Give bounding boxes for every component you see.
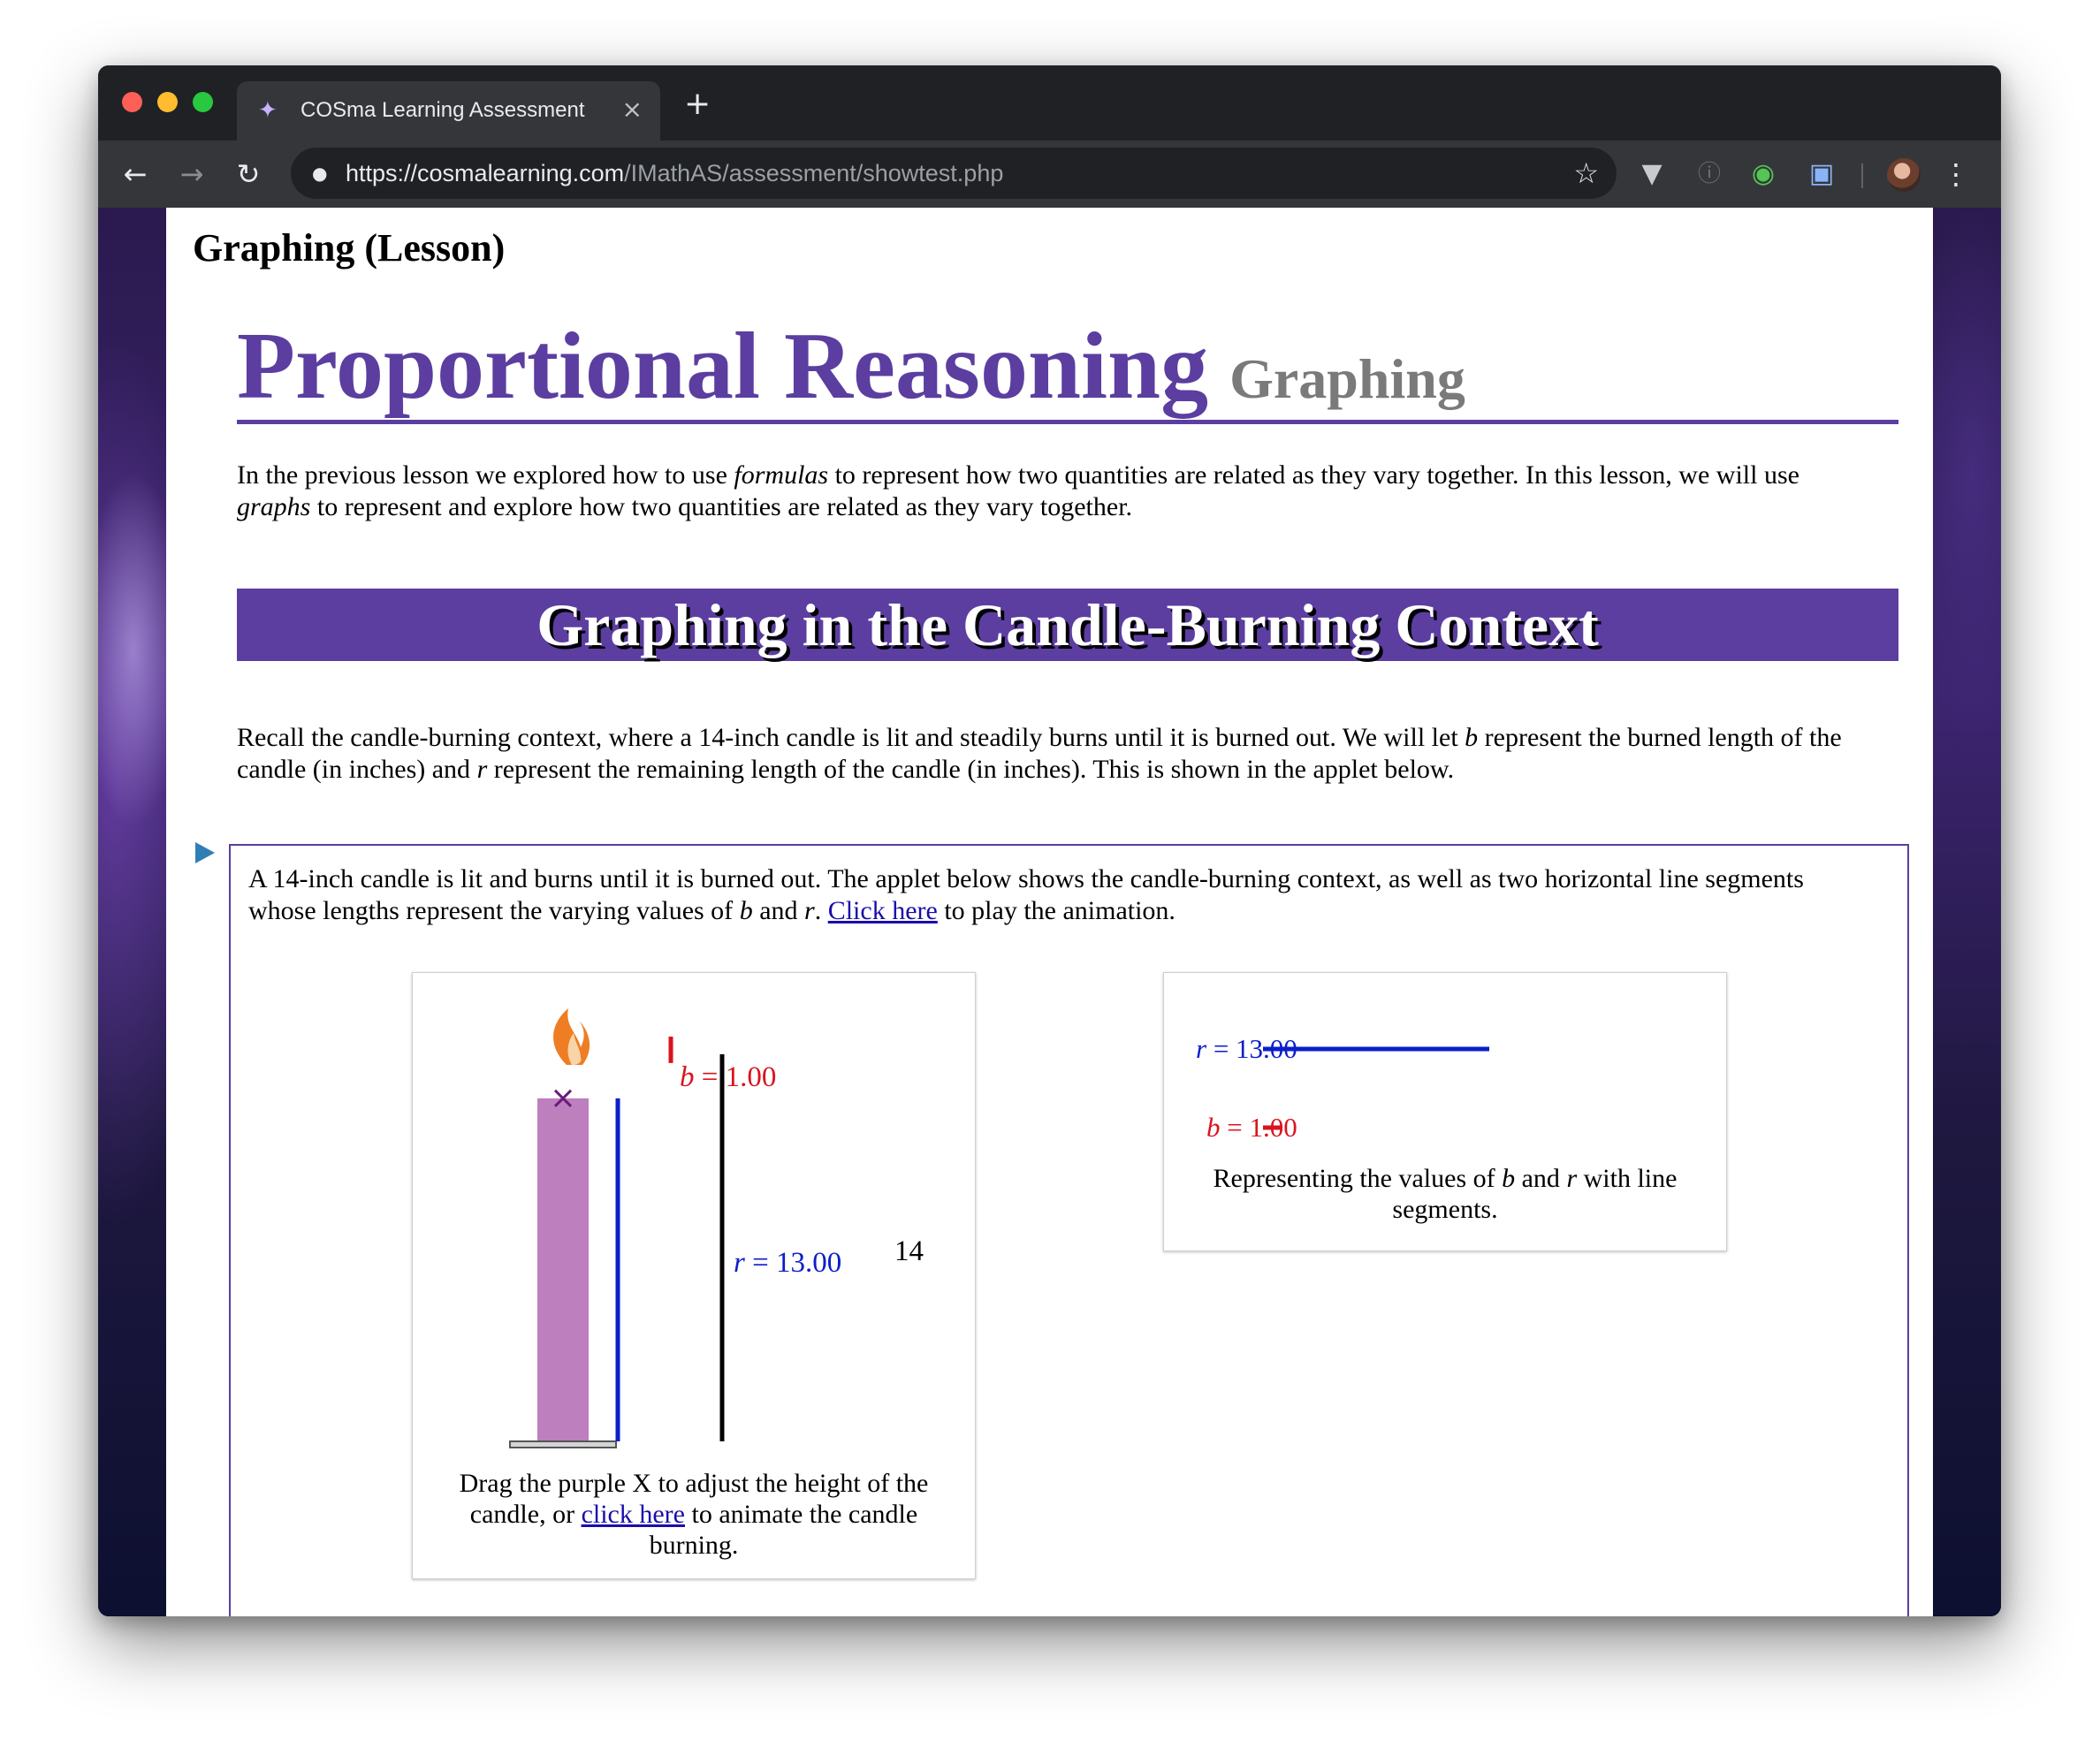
tab-close-icon[interactable]: × [622,94,643,125]
b-var: b [680,1061,695,1093]
applet-intro-text-3: . [814,896,828,925]
total-length-label: 14 [894,1235,924,1267]
heading-main: Proportional Reasoning [237,314,1209,419]
browser-toolbar: ← → ↻ ● https://cosmalearning.com/IMathA… [98,141,2001,208]
lock-icon[interactable]: ● [312,162,331,185]
expand-triangle-icon[interactable] [195,842,215,863]
intro-em-graphs: graphs [237,492,311,521]
b-value-label: b = 1.00 [680,1061,776,1094]
segments-drawing [1263,1046,1489,1130]
flame-icon [553,1008,590,1065]
url-text[interactable]: https://cosmalearning.com/IMathAS/assess… [346,160,1003,187]
page-viewport: Graphing (Lesson) Proportional Reasoning… [98,208,2001,1616]
var-b: b [739,896,753,925]
candle-applet-panel: b = 1.00 r = 13.00 14 Drag the purple X … [412,972,976,1579]
rocket-icon: ✦ [258,97,278,123]
applet-container: A 14-inch candle is lit and burns until … [229,844,1909,1616]
intro-text-2: to represent how two quantities are rela… [828,460,1799,490]
toolbar-divider [1861,163,1863,188]
candle-caption: Drag the purple X to adjust the height o… [430,1468,957,1561]
var-r: r [1566,1164,1578,1193]
r-val: = 13.00 [744,1247,842,1279]
more-menu-icon[interactable]: ⋮ [1942,156,1970,192]
heading-sub: Graphing [1229,347,1465,410]
applet-intro: A 14-inch candle is lit and burns until … [248,863,1839,927]
lesson-page: Graphing (Lesson) Proportional Reasoning… [166,208,1933,1616]
recall-text-3: represent the remaining length of the ca… [487,755,1455,784]
segments-caption-text-1: Representing the values of [1213,1164,1503,1193]
segments-caption: Representing the values of b and r with … [1182,1163,1708,1225]
tab-title: COSma Learning Assessment [301,98,585,122]
tab-active[interactable]: ✦ COSma Learning Assessment × [237,81,660,141]
play-animation-link[interactable]: Click here [828,896,938,925]
recall-text-1: Recall the candle-burning context, where… [237,723,1465,752]
vimeo-extension-icon[interactable]: ▼ [1636,158,1668,190]
candle-caption-text-2: to animate the candle burning. [649,1500,918,1560]
back-arrow-icon[interactable]: ← [118,156,153,192]
var-b: b [1465,723,1479,752]
url-path: /IMathAS/assessment/showtest.php [624,160,1004,186]
intro-paragraph: In the previous lesson we explored how t… [237,460,1872,523]
forward-arrow-icon[interactable]: → [174,156,209,192]
var-b: b [1502,1164,1516,1193]
bookmark-star-icon[interactable]: ☆ [1573,156,1599,190]
r-value-label: r = 13.00 [734,1247,841,1280]
candle-drawing [509,1008,725,1448]
intro-text-3: to represent and explore how two quantit… [310,492,1133,521]
address-bar[interactable]: ● https://cosmalearning.com/IMathAS/asse… [291,148,1617,199]
close-window-button[interactable] [122,92,142,112]
applet-intro-text-4: to play the animation. [937,896,1176,925]
bookmark-extension-icon[interactable]: ▣ [1806,158,1838,190]
new-tab-button[interactable]: + [684,88,711,120]
color-picker-extension-icon[interactable]: ◉ [1747,158,1779,190]
recall-paragraph: Recall the candle-burning context, where… [237,722,1872,786]
url-host: https://cosmalearning.com [346,160,625,186]
section-banner: Graphing in the Candle-Burning Context [237,589,1898,661]
info-extension-icon[interactable]: ⓘ [1693,158,1725,190]
segments-caption-text-2: and [1515,1164,1567,1193]
reload-icon[interactable]: ↻ [231,156,266,192]
intro-text-1: In the previous lesson we explored how t… [237,460,734,490]
profile-avatar[interactable] [1887,158,1921,192]
applet-intro-text-2: and [752,896,805,925]
intro-em-formulas: formulas [734,460,829,490]
candle-body [537,1098,589,1441]
animate-candle-link[interactable]: click here [582,1500,685,1529]
candle-base [509,1440,617,1448]
segments-applet-panel: r = 13.00 b = 1.00 Representing the valu… [1163,972,1727,1251]
var-r: r [804,896,815,925]
maximize-window-button[interactable] [193,92,213,112]
tab-strip: ✦ COSma Learning Assessment × + [98,65,2001,141]
r-var: r [734,1247,745,1279]
main-heading: Proportional Reasoning Graphing [237,314,1898,424]
minimize-window-button[interactable] [157,92,178,112]
b-val: = 1.00 [694,1061,777,1093]
page-title: Graphing (Lesson) [193,226,506,270]
var-r: r [476,755,488,784]
browser-window: ✦ COSma Learning Assessment × + ← → ↻ ● … [98,65,2001,1616]
